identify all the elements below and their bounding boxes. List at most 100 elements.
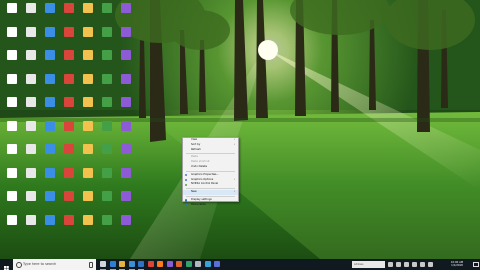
desktop-shortcut-icon[interactable]	[61, 49, 77, 71]
desktop-shortcut-icon[interactable]	[61, 73, 77, 95]
taskbar-app[interactable]	[175, 259, 183, 270]
taskbar-app[interactable]	[109, 259, 117, 270]
desktop-shortcut-icon[interactable]	[23, 143, 39, 165]
clock[interactable]: 10:00 AM 1/1/2018	[444, 259, 470, 270]
desktop-shortcut-icon[interactable]	[118, 120, 134, 142]
desktop[interactable]: View › Sort by › Refresh Paste Paste shortcut U…	[0, 0, 480, 259]
desktop-shortcut-icon[interactable]	[4, 143, 20, 165]
desktop-shortcut-icon[interactable]	[61, 143, 77, 165]
desktop-shortcut-icon[interactable]	[118, 214, 134, 236]
desktop-shortcut-icon[interactable]	[80, 214, 96, 236]
desktop-shortcut-icon[interactable]	[42, 73, 58, 95]
taskbar-app[interactable]	[194, 259, 202, 270]
action-center-button[interactable]	[472, 259, 480, 270]
desktop-shortcut-icon[interactable]	[42, 143, 58, 165]
desktop-shortcut-icon[interactable]	[80, 167, 96, 189]
desktop-shortcut-icon[interactable]	[42, 167, 58, 189]
desktop-shortcut-icon[interactable]	[61, 167, 77, 189]
desktop-shortcut-icon[interactable]	[42, 2, 58, 24]
desktop-shortcut-icon[interactable]	[4, 167, 20, 189]
microphone-icon[interactable]	[89, 262, 93, 268]
desktop-shortcut-icon[interactable]	[23, 167, 39, 189]
menu-item[interactable]: NVIDIA Control Panel	[183, 182, 238, 187]
taskbar-app[interactable]	[213, 259, 221, 270]
desktop-shortcut-icon[interactable]	[4, 2, 20, 24]
desktop-shortcut-icon[interactable]	[80, 73, 96, 95]
desktop-shortcut-icon[interactable]	[42, 120, 58, 142]
desktop-shortcut-icon[interactable]	[118, 143, 134, 165]
desktop-shortcut-icon[interactable]	[23, 26, 39, 48]
desktop-shortcut-icon[interactable]	[23, 214, 39, 236]
desktop-shortcut-icon[interactable]	[61, 26, 77, 48]
desktop-shortcut-icon[interactable]	[42, 214, 58, 236]
taskbar-app[interactable]	[137, 259, 145, 270]
desktop-shortcut-icon[interactable]	[118, 73, 134, 95]
taskbar-app[interactable]	[156, 259, 164, 270]
desktop-shortcut-icon[interactable]	[118, 49, 134, 71]
desktop-shortcut-icon[interactable]	[118, 96, 134, 118]
desktop-shortcut-icon[interactable]	[23, 73, 39, 95]
menu-item[interactable]: New ›	[183, 190, 238, 195]
desktop-shortcut-icon[interactable]	[4, 26, 20, 48]
start-button[interactable]	[0, 259, 13, 271]
desktop-shortcut-icon[interactable]	[99, 190, 115, 212]
desktop-shortcut-icon[interactable]	[42, 190, 58, 212]
search-box[interactable]: Type here to search	[13, 259, 96, 270]
desktop-shortcut-icon[interactable]	[99, 73, 115, 95]
desktop-shortcut-icon[interactable]	[61, 214, 77, 236]
desktop-shortcut-icon[interactable]	[80, 143, 96, 165]
desktop-shortcut-icon[interactable]	[42, 96, 58, 118]
desktop-shortcut-icon[interactable]	[80, 96, 96, 118]
desktop-shortcut-icon[interactable]	[99, 167, 115, 189]
taskbar-app[interactable]	[147, 259, 155, 270]
desktop-shortcut-icon[interactable]	[4, 96, 20, 118]
taskbar-app[interactable]	[118, 259, 126, 270]
desktop-shortcut-icon[interactable]	[4, 49, 20, 71]
desktop-shortcut-icon[interactable]	[23, 190, 39, 212]
desktop-shortcut-icon[interactable]	[80, 120, 96, 142]
desktop-shortcut-icon[interactable]	[61, 190, 77, 212]
desktop-shortcut-icon[interactable]	[23, 2, 39, 24]
volume-icon[interactable]	[404, 262, 409, 267]
onedrive-icon[interactable]	[428, 262, 433, 267]
taskbar-app[interactable]	[185, 259, 193, 270]
battery-icon[interactable]	[412, 262, 417, 267]
desktop-shortcut-icon[interactable]	[80, 49, 96, 71]
desktop-shortcut-icon[interactable]	[61, 2, 77, 24]
desktop-shortcut-icon[interactable]	[99, 214, 115, 236]
desktop-shortcut-icon[interactable]	[99, 96, 115, 118]
taskbar-app[interactable]	[99, 259, 107, 270]
desktop-shortcut-icon[interactable]	[4, 120, 20, 142]
desktop-shortcut-icon[interactable]	[80, 190, 96, 212]
desktop-shortcut-icon[interactable]	[80, 2, 96, 24]
chevron-up-icon[interactable]	[388, 262, 393, 267]
desktop-shortcut-icon[interactable]	[4, 190, 20, 212]
desktop-shortcut-icon[interactable]	[4, 73, 20, 95]
taskbar-app[interactable]	[166, 259, 174, 270]
desktop-shortcut-icon[interactable]	[42, 26, 58, 48]
desktop-shortcut-icon[interactable]	[61, 120, 77, 142]
desktop-shortcut-icon[interactable]	[99, 120, 115, 142]
address-toolbar[interactable]: Address	[352, 261, 385, 268]
desktop-shortcut-icon[interactable]	[99, 143, 115, 165]
desktop-shortcut-icon[interactable]	[4, 214, 20, 236]
desktop-shortcut-icon[interactable]	[118, 190, 134, 212]
desktop-shortcut-icon[interactable]	[23, 120, 39, 142]
menu-item[interactable]: Personalize	[183, 203, 238, 208]
desktop-shortcut-icon[interactable]	[23, 96, 39, 118]
language-icon[interactable]	[420, 262, 425, 267]
desktop-shortcut-icon[interactable]	[99, 2, 115, 24]
taskbar-app[interactable]	[204, 259, 212, 270]
menu-item[interactable]: Refresh	[183, 148, 238, 153]
desktop-shortcut-icon[interactable]	[99, 49, 115, 71]
taskbar-app[interactable]	[128, 259, 136, 270]
desktop-shortcut-icon[interactable]	[23, 49, 39, 71]
desktop-shortcut-icon[interactable]	[80, 26, 96, 48]
desktop-shortcut-icon[interactable]	[99, 26, 115, 48]
desktop-shortcut-icon[interactable]	[118, 167, 134, 189]
desktop-shortcut-icon[interactable]	[42, 49, 58, 71]
network-icon[interactable]	[396, 262, 401, 267]
desktop-shortcut-icon[interactable]	[61, 96, 77, 118]
desktop-shortcut-icon[interactable]	[118, 2, 134, 24]
desktop-shortcut-icon[interactable]	[118, 26, 134, 48]
